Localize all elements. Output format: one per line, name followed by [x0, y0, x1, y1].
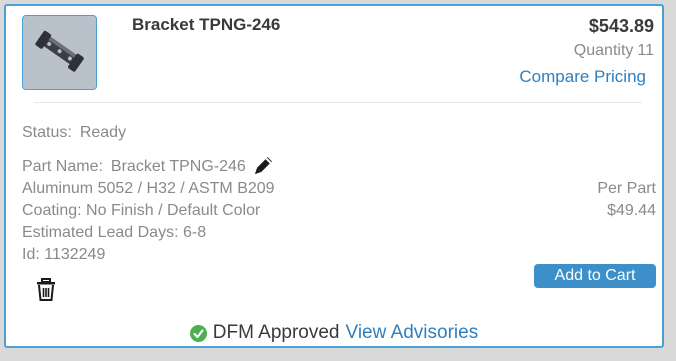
- compare-pricing-link[interactable]: Compare Pricing: [519, 67, 646, 87]
- per-part-value: $49.44: [607, 202, 656, 219]
- lead-days-line: Estimated Lead Days: 6-8: [22, 224, 207, 241]
- coating-line: Coating: No Finish / Default Color: [22, 202, 261, 219]
- part-title: Bracket TPNG-246: [132, 15, 281, 34]
- add-to-cart-button[interactable]: Add to Cart: [534, 264, 656, 288]
- part-id-line: Id: 1132249: [22, 246, 106, 263]
- view-advisories-link[interactable]: View Advisories: [346, 322, 479, 344]
- dfm-approved-text: DFM Approved: [212, 322, 340, 343]
- status-line: Status: Ready: [22, 124, 126, 142]
- bracket-part-image: [23, 16, 96, 89]
- per-part-label: Per Part: [597, 180, 656, 197]
- part-thumbnail[interactable]: [22, 15, 97, 90]
- part-name-value: Bracket TPNG-246: [110, 158, 246, 175]
- trash-icon[interactable]: [36, 278, 56, 302]
- part-card: Bracket TPNG-246 $543.89 Quantity 11 Comp…: [4, 4, 664, 348]
- part-name-line: Part Name: Bracket TPNG-246: [22, 156, 274, 178]
- status-value: Ready: [79, 124, 127, 141]
- check-circle-icon: [189, 324, 207, 342]
- dfm-status: DFM Approved View Advisories: [6, 322, 662, 344]
- material-line: Aluminum 5052 / H32 / ASTM B209: [22, 180, 275, 197]
- total-price: $543.89: [588, 16, 654, 36]
- quantity: Quantity 11: [570, 42, 654, 60]
- pencil-icon[interactable]: [250, 156, 274, 178]
- per-part-pricing: Per Part $49.44: [597, 180, 656, 224]
- divider: [34, 102, 642, 103]
- quantity-label: Quantity: [573, 42, 634, 59]
- quantity-value: 11: [637, 42, 654, 59]
- part-name-label: Part Name:: [22, 158, 103, 175]
- status-label: Status:: [22, 124, 72, 141]
